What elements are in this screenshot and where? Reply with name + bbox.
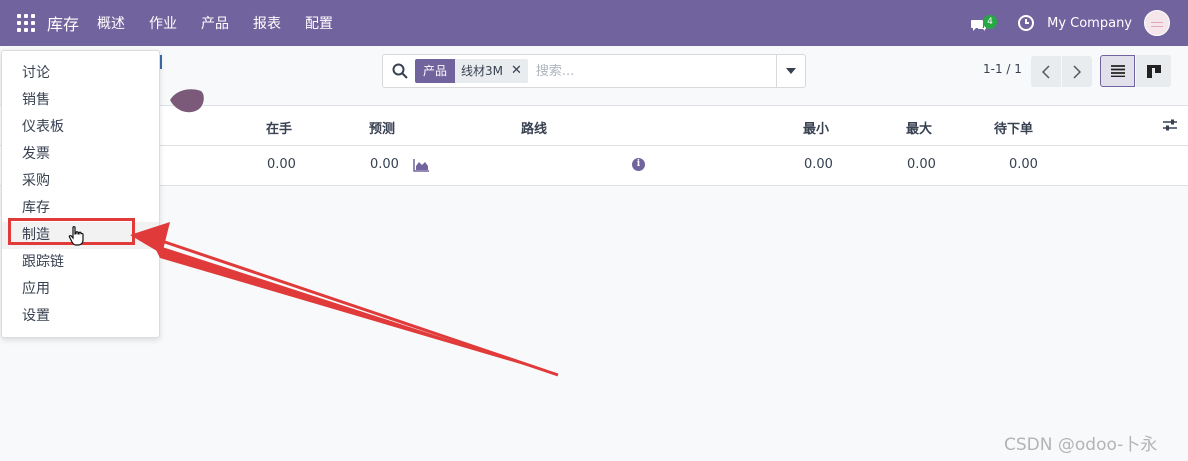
cell-on-hand: 0.00	[267, 157, 296, 172]
kanban-icon	[1146, 64, 1161, 78]
messaging-menu[interactable]: 4	[969, 12, 997, 34]
top-navbar: 库存 概述 作业 产品 报表 配置 4 My Company	[0, 0, 1188, 46]
column-min[interactable]: 最小	[803, 118, 829, 137]
list-icon	[1110, 65, 1125, 77]
pager-value[interactable]: 1-1 / 1	[983, 62, 1022, 76]
column-max[interactable]: 最大	[906, 118, 932, 137]
pager-next-button[interactable]	[1062, 56, 1092, 87]
chevron-right-icon	[1073, 64, 1081, 79]
facet-value-text: 线材3M	[461, 64, 504, 78]
cell-forecast: 0.00	[370, 157, 399, 172]
chat-badge: 4	[983, 15, 997, 29]
decorative-blob	[170, 89, 204, 113]
search-icon	[392, 63, 408, 79]
app-menu-item-discuss[interactable]: 讨论	[2, 60, 159, 87]
cell-max: 0.00	[907, 157, 936, 172]
list-view-button[interactable]	[1100, 55, 1135, 87]
watermark-text: CSDN @odoo-卜永	[1004, 435, 1158, 455]
app-menu-item-apps[interactable]: 应用	[2, 276, 159, 303]
clock-icon[interactable]	[1017, 14, 1035, 32]
kanban-view-button[interactable]	[1136, 55, 1171, 87]
info-icon[interactable]: i	[632, 158, 645, 171]
column-to-order[interactable]: 待下单	[994, 118, 1033, 137]
menu-overview[interactable]: 概述	[85, 13, 137, 33]
apps-grid-icon[interactable]	[17, 14, 35, 32]
search-input[interactable]	[535, 63, 746, 79]
close-icon[interactable]: ✕	[511, 59, 522, 83]
area-chart-icon[interactable]	[413, 158, 429, 172]
menu-products[interactable]: 产品	[189, 13, 241, 33]
cell-to-order: 0.00	[1009, 157, 1038, 172]
app-menu-item-invoicing[interactable]: 发票	[2, 141, 159, 168]
column-forecast[interactable]: 预测	[369, 118, 395, 137]
app-menu-item-traceability[interactable]: 跟踪链	[2, 249, 159, 276]
menu-operations[interactable]: 作业	[137, 13, 189, 33]
app-menu-item-settings[interactable]: 设置	[2, 303, 159, 330]
search-options-toggle[interactable]	[776, 55, 805, 87]
column-on-hand[interactable]: 在手	[266, 118, 292, 137]
facet-label: 产品	[415, 59, 456, 83]
main-menu: 概述 作业 产品 报表 配置	[85, 13, 345, 33]
app-brand[interactable]: 库存	[47, 11, 79, 35]
column-route[interactable]: 路线	[521, 118, 547, 137]
cell-min: 0.00	[804, 157, 833, 172]
menu-reporting[interactable]: 报表	[241, 13, 293, 33]
menu-configuration[interactable]: 配置	[293, 13, 345, 33]
caret-down-icon	[786, 68, 796, 74]
company-switcher[interactable]: My Company	[1047, 16, 1132, 31]
facet-value: 线材3M ✕	[455, 59, 528, 83]
app-menu-item-purchase[interactable]: 采购	[2, 168, 159, 195]
pager-previous-button[interactable]	[1031, 56, 1061, 87]
table-row[interactable]: 0.00 0.00 i 0.00 0.00 0.00	[0, 146, 1188, 186]
apps-dropdown-menu: 讨论 销售 仪表板 发票 采购 库存 制造 跟踪链 应用 设置	[1, 50, 160, 338]
navbar-systray: 4 My Company	[969, 0, 1188, 46]
app-menu-item-sales[interactable]: 销售	[2, 87, 159, 114]
chevron-left-icon	[1042, 64, 1050, 79]
sliders-icon[interactable]	[1163, 118, 1177, 132]
hand-pointer-icon	[68, 226, 84, 246]
user-avatar[interactable]	[1144, 10, 1170, 36]
app-menu-item-dashboards[interactable]: 仪表板	[2, 114, 159, 141]
search-bar: 产品 线材3M ✕	[382, 54, 806, 88]
search-facet: 产品 线材3M ✕	[415, 59, 528, 83]
